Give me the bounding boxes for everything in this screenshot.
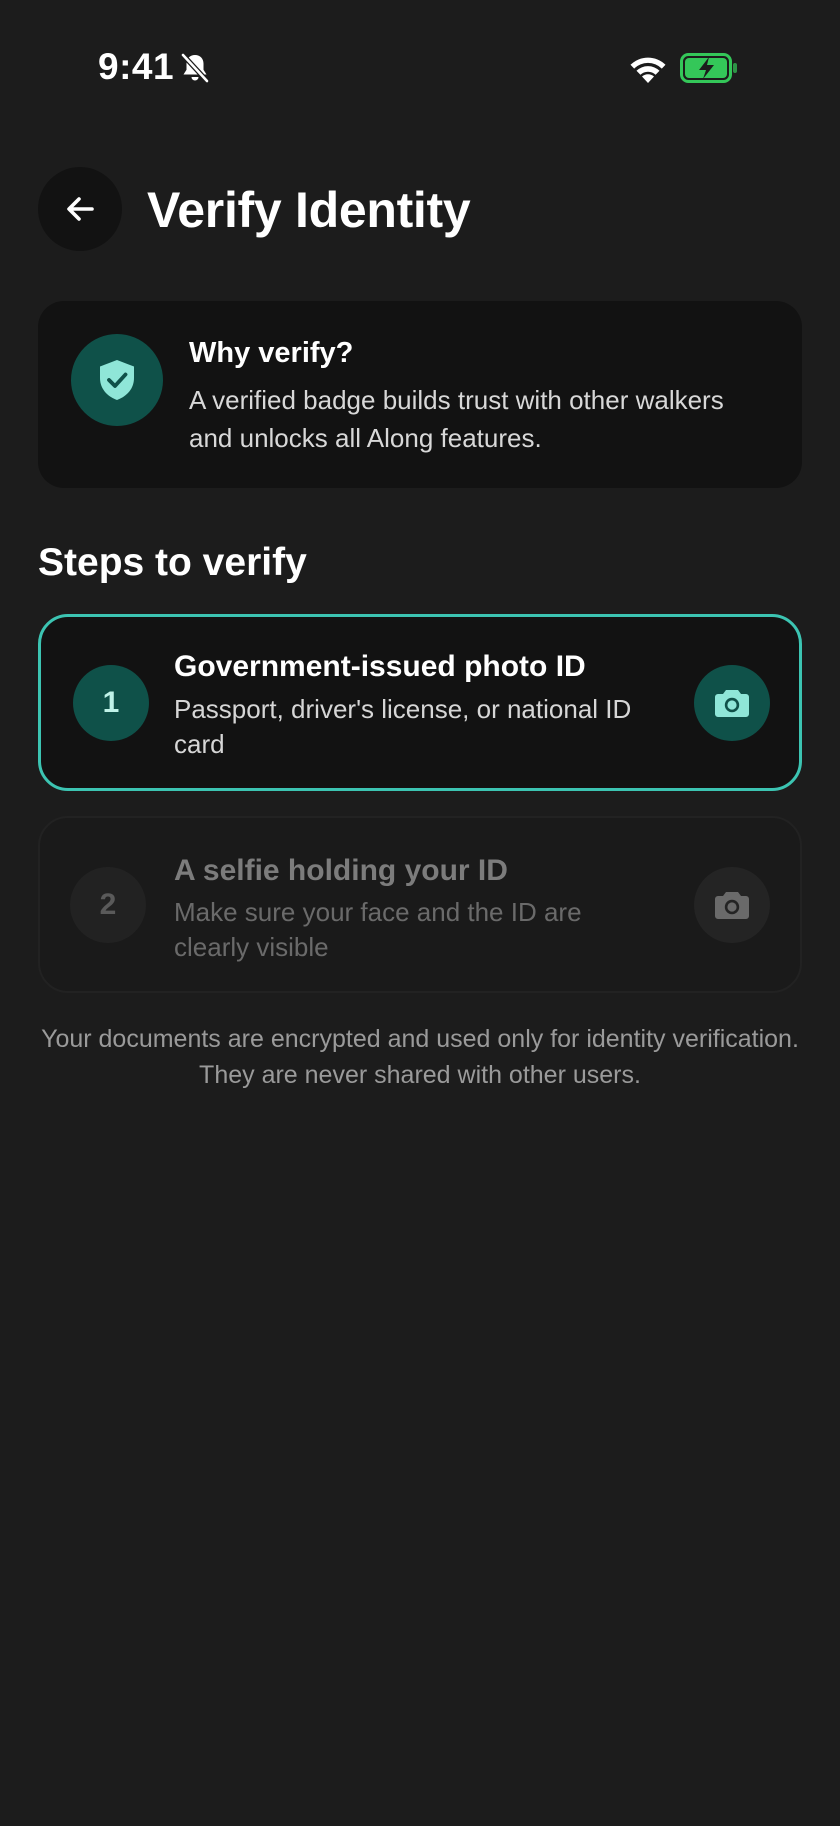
verify-identity-screen: 9:41 Verify Identity Why verify? A verif… bbox=[0, 0, 840, 1826]
status-bar: 9:41 bbox=[0, 0, 840, 140]
shield-check-icon bbox=[100, 360, 134, 400]
step-title: Government-issued photo ID bbox=[174, 650, 586, 683]
step-description: Make sure your face and the ID are clear… bbox=[174, 897, 582, 962]
steps-section-title: Steps to verify bbox=[38, 541, 307, 584]
bell-slash-icon bbox=[181, 53, 209, 83]
privacy-note: Your documents are encrypted and used on… bbox=[41, 1025, 799, 1089]
wifi-icon bbox=[630, 57, 666, 83]
page-title: Verify Identity bbox=[147, 182, 471, 238]
step-number: 1 bbox=[73, 664, 149, 741]
step-description: Passport, driver's license, or national … bbox=[174, 694, 632, 759]
shield-badge bbox=[71, 334, 163, 426]
info-card-body: A verified badge builds trust with other… bbox=[189, 385, 724, 453]
step-card-selfie[interactable]: 2 A selfie holding your ID Make sure you… bbox=[38, 816, 802, 993]
info-card-title: Why verify? bbox=[189, 337, 354, 369]
step-number: 2 bbox=[70, 866, 146, 943]
camera-button[interactable] bbox=[694, 866, 770, 943]
why-verify-card: Why verify? A verified badge builds trus… bbox=[38, 301, 802, 488]
camera-button[interactable] bbox=[694, 664, 770, 741]
arrow-left-icon bbox=[67, 197, 94, 221]
battery-charging-icon bbox=[680, 53, 737, 83]
camera-icon bbox=[715, 891, 749, 919]
back-button[interactable] bbox=[38, 167, 122, 251]
camera-icon bbox=[715, 689, 749, 717]
step-card-photo-id[interactable]: 1 Government-issued photo ID Passport, d… bbox=[38, 614, 802, 791]
step-title: A selfie holding your ID bbox=[174, 854, 508, 887]
status-time: 9:41 bbox=[98, 46, 175, 87]
